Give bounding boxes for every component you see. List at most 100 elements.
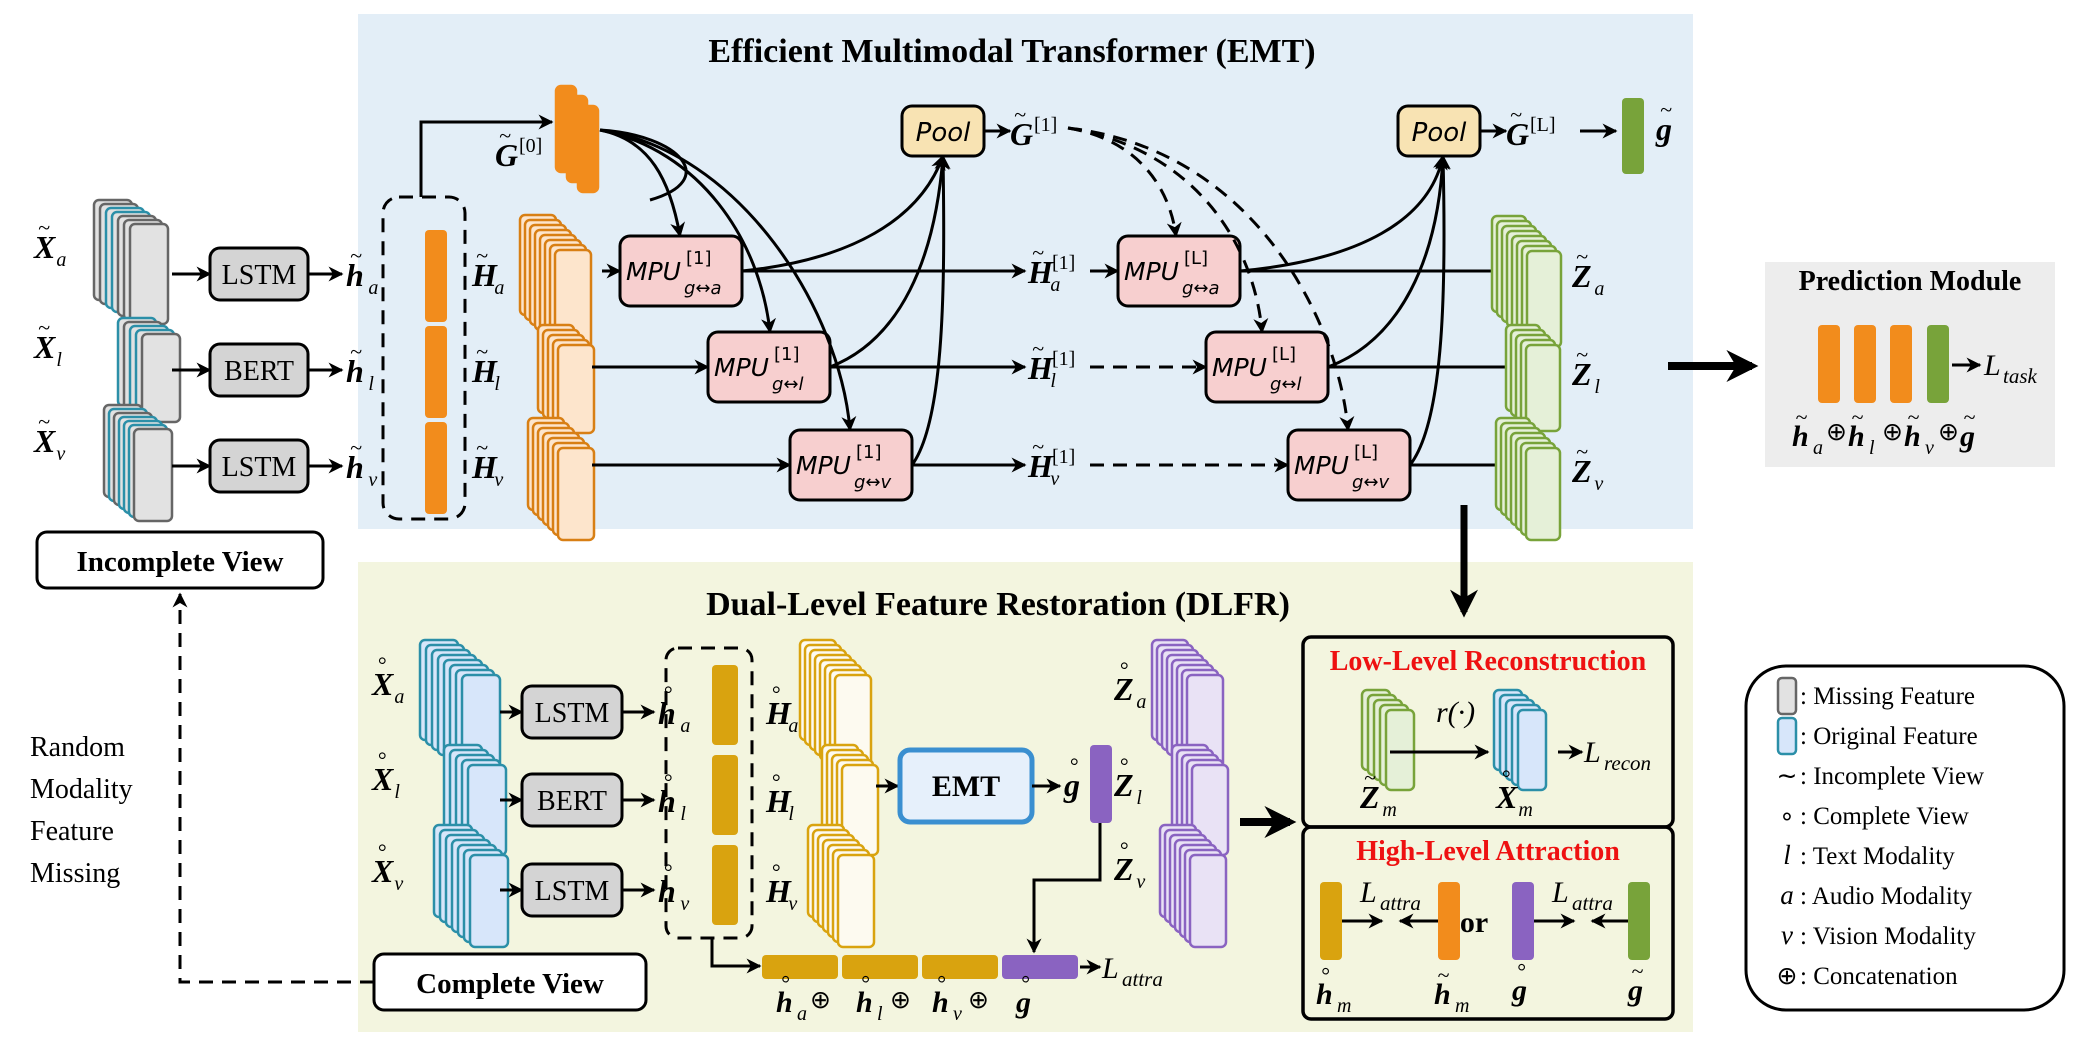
tilde-accent: ~: [1908, 404, 1920, 429]
L-attra-subscript: attra: [1122, 967, 1163, 991]
complete-view-box: Complete View: [372, 952, 648, 1012]
math-superscript: [1]: [1034, 114, 1057, 136]
ring-accent: °: [772, 769, 781, 794]
legend-item-3: : Complete View: [1800, 803, 1969, 830]
feature-card: [1384, 708, 1416, 792]
mpu-layerL-a: MPU [L] g↔a: [1116, 234, 1242, 308]
tilde-accent: ~: [476, 243, 488, 268]
math-subscript: v: [368, 469, 377, 491]
tilde-accent: ~: [476, 339, 488, 364]
legend-item-7: : Concatenation: [1800, 963, 1958, 990]
ring-accent: °: [664, 859, 673, 884]
ring-accent: °: [378, 747, 387, 772]
complete-view-label: Complete View: [416, 968, 604, 1000]
concat-segment-3: [1002, 955, 1078, 979]
complete-h-bar-l: [712, 755, 738, 835]
mpu-layer: [L]: [1272, 344, 1296, 365]
math-subscript: a: [1050, 274, 1060, 296]
tilde-accent: ~: [38, 315, 50, 340]
legend-item-1: : Original Feature: [1800, 723, 1978, 750]
feature-card: [576, 104, 600, 194]
L-attra-subscript-2: attra: [1572, 891, 1613, 915]
mpu-subscript: g↔v: [854, 472, 892, 493]
mpu-subscript: g↔l: [772, 374, 804, 395]
random-line-2: Modality: [30, 774, 133, 805]
emt-box-label: EMT: [932, 770, 1000, 803]
encoder-lstm-v: LSTM: [208, 438, 310, 494]
complete-h-bar-v: [712, 845, 738, 925]
ring-accent: °: [861, 970, 870, 995]
Z-stack-text: [1504, 323, 1562, 433]
mpu-layer: [L]: [1184, 248, 1208, 269]
math-subscript: l: [877, 1003, 883, 1025]
L-task-symbol: L: [1983, 349, 2001, 382]
h-bar-l: [425, 326, 447, 418]
tilde-accent: ~: [476, 435, 488, 460]
math-subscript: l: [494, 373, 500, 395]
concat-op: ⊕: [1882, 419, 1903, 446]
h-bar-a: [425, 230, 447, 322]
mpu-layer: [1]: [774, 344, 800, 365]
encoder-lstm-v-label: LSTM: [222, 452, 297, 483]
concat-segment-1: [842, 955, 918, 979]
tilde-accent: ~: [1576, 244, 1588, 269]
mpu-label: MPU: [714, 353, 769, 382]
tilde-accent: ~: [38, 215, 50, 240]
mpu-layer1-l: MPU [1] g↔l: [706, 330, 832, 404]
math-subscript: a: [1594, 278, 1604, 300]
math-subscript: l: [56, 349, 62, 371]
tilde-accent: ~: [1364, 765, 1376, 790]
tilde-accent: ~: [1032, 336, 1044, 361]
ring-accent: °: [937, 970, 946, 995]
ring-accent: °: [378, 652, 387, 677]
L-recon-subscript: recon: [1604, 751, 1651, 775]
tilde-accent: ~: [350, 339, 362, 364]
tilde-accent: ~: [1032, 434, 1044, 459]
ring-accent: °: [664, 681, 673, 706]
encoder-bert-l: BERT: [208, 342, 310, 398]
mpu-label: MPU: [1212, 353, 1267, 382]
math-subscript: v: [788, 893, 797, 915]
legend-item-4: : Text Modality: [1800, 843, 1955, 870]
ring-accent: °: [1502, 765, 1511, 790]
math-subscript: a: [56, 249, 66, 271]
math-superscript: [L]: [1530, 114, 1556, 136]
random-missing-dashed-arrow: [172, 592, 374, 984]
legend-key-6: v: [1781, 920, 1793, 950]
feature-card: [556, 446, 596, 542]
concat-segment-0: [762, 955, 838, 979]
feature-card: [836, 853, 876, 949]
ring-accent: °: [1120, 657, 1129, 682]
ring-accent: °: [1070, 753, 1079, 778]
random-line-1: Random: [30, 732, 125, 763]
pool-layerL: Pool: [1396, 104, 1482, 158]
math-subscript: m: [1337, 995, 1351, 1017]
math-subscript: a: [680, 715, 690, 737]
encoder-lstm-a-label: LSTM: [222, 260, 297, 291]
math-subscript: v: [394, 873, 403, 895]
input-stack-audio: [92, 198, 170, 326]
L-attra-symbol-2: L: [1551, 876, 1569, 909]
math-superscript: [0]: [519, 135, 542, 157]
legend-key-4: l: [1783, 840, 1791, 870]
legend-key-5: a: [1780, 880, 1794, 910]
tilde-accent: ~: [1014, 102, 1026, 127]
mpu-label: MPU: [1294, 451, 1349, 480]
pool-layerL-label: Pool: [1412, 118, 1467, 148]
reconstruction-function: r(·): [1436, 696, 1475, 729]
legend-key-2: ∼: [1777, 763, 1798, 790]
tilde-accent: ~: [38, 409, 50, 434]
legend-key-7: ⊕: [1777, 963, 1798, 990]
complete-g-bar: [1090, 745, 1112, 823]
math-subscript: v: [1594, 473, 1603, 495]
mpu-layer1-a: MPU [1] g↔a: [618, 234, 744, 308]
random-line-3: Feature: [30, 816, 114, 847]
mpu-layer1-v: MPU [1] g↔v: [788, 428, 914, 502]
h-bar-v: [425, 422, 447, 514]
mpu-layer: [L]: [1354, 442, 1378, 463]
concat-op: ⊕: [1826, 419, 1847, 446]
input-label-l: X~l: [33, 315, 62, 371]
math-subscript: a: [394, 686, 404, 708]
feature-card: [1516, 708, 1548, 792]
high-level-bar-2: [1512, 882, 1534, 960]
